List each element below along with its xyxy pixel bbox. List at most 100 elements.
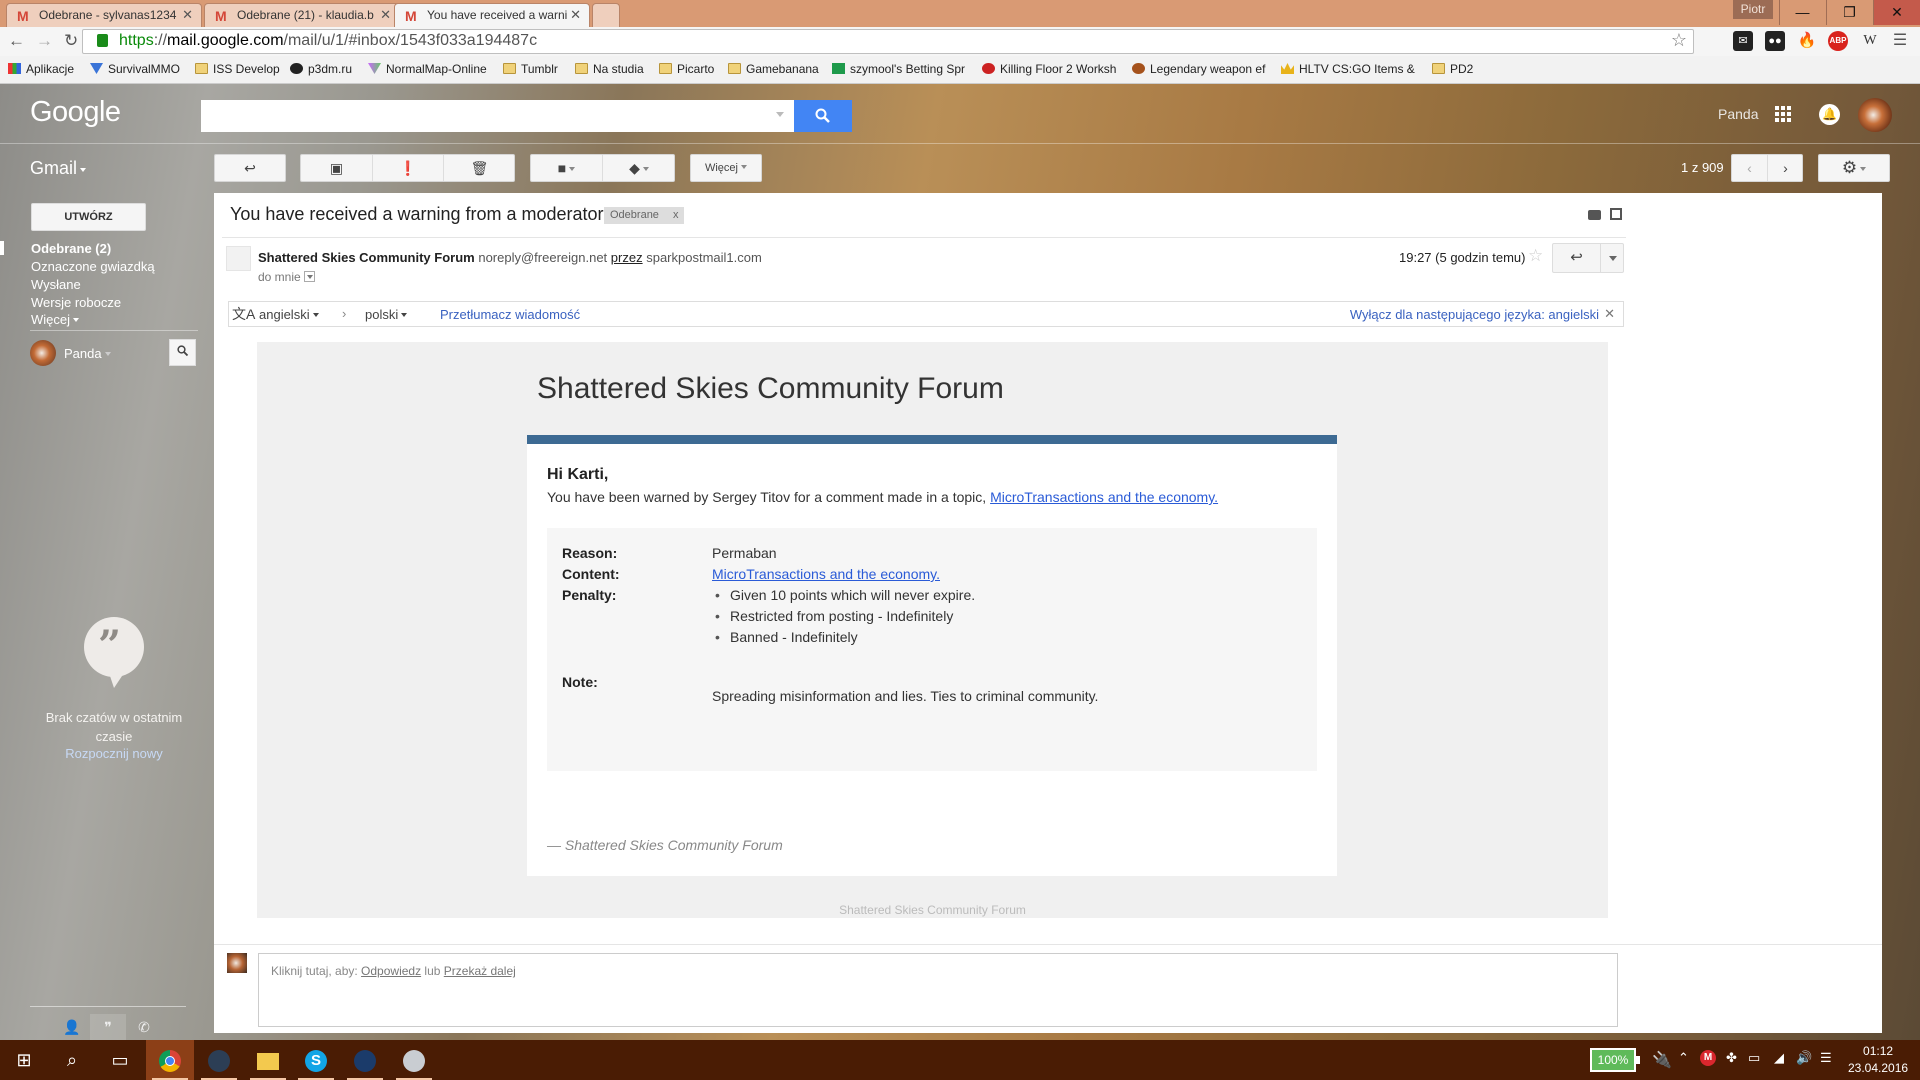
search-button[interactable]: [794, 100, 852, 132]
profile-badge[interactable]: Piotr: [1733, 0, 1773, 19]
notifications-bell-icon[interactable]: 🔔: [1819, 104, 1840, 125]
more-button[interactable]: Więcej: [690, 154, 762, 182]
tab-odebrane-klaudia[interactable]: M Odebrane (21) - klaudia.b ✕: [204, 3, 400, 27]
nav-sent[interactable]: Wysłane: [31, 277, 81, 292]
skype-icon[interactable]: S: [292, 1040, 340, 1080]
bookmark-iss-develop[interactable]: ISS Develop: [195, 62, 280, 76]
reply-box[interactable]: Kliknij tutaj, aby: Odpowiedz lub Przeka…: [258, 953, 1618, 1027]
bookmark-hltv[interactable]: HLTV CS:GO Items &: [1281, 62, 1416, 76]
nav-starred[interactable]: Oznaczone gwiazdką: [31, 259, 155, 274]
teamspeak-icon[interactable]: [195, 1040, 243, 1080]
windows-start-icon[interactable]: ⊞: [0, 1040, 48, 1080]
print-icon[interactable]: [1588, 210, 1601, 220]
show-hidden-icons-chevron-icon[interactable]: ⌃: [1678, 1050, 1689, 1066]
via-link[interactable]: przez: [611, 250, 643, 265]
settings-button[interactable]: ⚙: [1818, 154, 1890, 182]
bookmark-star-icon[interactable]: ☆: [1671, 30, 1687, 51]
target-language-select[interactable]: polski: [365, 307, 408, 322]
report-spam-button[interactable]: ❗: [373, 155, 444, 181]
new-window-icon[interactable]: [1610, 208, 1622, 220]
search-icon[interactable]: ⌕: [48, 1040, 96, 1080]
search-input[interactable]: [201, 100, 794, 132]
bookmark-gamebanana[interactable]: Gamebanana: [728, 62, 819, 76]
close-window-button[interactable]: ✕: [1873, 0, 1920, 25]
tab-close-icon[interactable]: ✕: [380, 7, 391, 23]
search-options-icon[interactable]: [776, 112, 784, 117]
bookmark-na-studia[interactable]: Na studia: [575, 62, 644, 76]
bookmark-picarto[interactable]: Picarto: [659, 62, 714, 76]
reply-button[interactable]: ↩: [1553, 244, 1601, 272]
label-chip-inbox[interactable]: Odebrane x: [604, 207, 685, 224]
steam-new-icon[interactable]: ✉: [1733, 31, 1753, 51]
labels-button[interactable]: ◆: [603, 155, 675, 181]
chat-user-status[interactable]: Panda: [64, 346, 111, 361]
restore-button[interactable]: ❐: [1826, 0, 1872, 25]
tab-warning-email[interactable]: M You have received a warni ✕: [394, 3, 590, 27]
bookmark-pd2[interactable]: PD2: [1432, 62, 1473, 76]
star-icon[interactable]: ☆: [1528, 246, 1543, 266]
nav-drafts[interactable]: Wersje robocze: [31, 295, 121, 310]
steam-icon[interactable]: [341, 1040, 389, 1080]
chrome-menu-icon[interactable]: ☰: [1890, 31, 1910, 51]
minimize-button[interactable]: —: [1779, 0, 1825, 25]
close-translate-icon[interactable]: ✕: [1604, 306, 1615, 322]
bookmark-betting[interactable]: szymool's Betting Spr: [832, 62, 967, 76]
sender-name[interactable]: Shattered Skies Community Forum: [258, 250, 475, 265]
volume-app-icon[interactable]: [390, 1040, 438, 1080]
page-scrollbar[interactable]: [1906, 84, 1920, 1040]
gmail-menu[interactable]: Gmail: [30, 158, 87, 179]
forward-icon[interactable]: →: [36, 31, 53, 51]
google-logo[interactable]: Google: [30, 96, 121, 129]
translate-message-link[interactable]: Przetłumacz wiadomość: [440, 307, 580, 322]
apps-grid-icon[interactable]: [1775, 106, 1791, 122]
volume-icon[interactable]: 🔊: [1796, 1050, 1812, 1066]
source-language-select[interactable]: angielski: [259, 307, 319, 322]
tab-close-icon[interactable]: ✕: [182, 7, 193, 23]
bookmark-survivalmmo[interactable]: SurvivalMMO: [90, 62, 180, 76]
bookmark-legendary[interactable]: Legendary weapon ef: [1132, 62, 1267, 76]
power-plug-icon[interactable]: 🔌: [1652, 1050, 1672, 1070]
dropbox-icon[interactable]: ✤: [1726, 1050, 1737, 1066]
battery-indicator[interactable]: 100%: [1590, 1048, 1640, 1072]
ghostery-icon[interactable]: ●●: [1765, 31, 1785, 51]
adblock-plus-icon[interactable]: ABP: [1828, 31, 1848, 51]
forward-link[interactable]: Przekaż dalej: [444, 964, 516, 978]
account-avatar[interactable]: [1858, 98, 1892, 132]
content-link[interactable]: MicroTransactions and the economy.: [712, 566, 940, 582]
disable-translation-link[interactable]: Wyłącz dla następującego języka: angiels…: [1350, 307, 1599, 322]
action-center-icon[interactable]: ☰: [1820, 1050, 1832, 1066]
bookmark-p3dm[interactable]: p3dm.ru: [290, 62, 352, 76]
bookmark-aplikacje[interactable]: Aplikacje: [8, 62, 74, 76]
url-input[interactable]: https://mail.google.com/mail/u/1/#inbox/…: [82, 29, 1694, 54]
back-icon[interactable]: ←: [8, 31, 25, 51]
chat-user-avatar[interactable]: [30, 340, 56, 366]
file-explorer-icon[interactable]: [244, 1040, 292, 1080]
bookmark-kf2[interactable]: Killing Floor 2 Worksh: [982, 62, 1120, 76]
archive-button[interactable]: ▣: [301, 155, 373, 181]
compose-button[interactable]: UTWÓRZ: [31, 203, 146, 231]
show-details-dropdown[interactable]: [303, 271, 315, 282]
bookmark-normalmap[interactable]: NormalMap-Online: [368, 62, 487, 76]
wikipedia-icon[interactable]: W: [1860, 31, 1880, 51]
older-button[interactable]: ›: [1768, 155, 1803, 181]
newer-button[interactable]: ‹: [1732, 155, 1768, 181]
tab-close-icon[interactable]: ✕: [570, 7, 581, 23]
remove-label-icon[interactable]: x: [673, 209, 679, 221]
move-to-button[interactable]: ■: [531, 155, 603, 181]
bookmark-tumblr[interactable]: Tumblr: [503, 62, 558, 76]
topic-link[interactable]: MicroTransactions and the economy.: [990, 489, 1218, 505]
system-clock[interactable]: 01:12 23.04.2016: [1848, 1043, 1908, 1077]
more-actions-dropdown[interactable]: [1609, 256, 1617, 261]
account-name[interactable]: Panda: [1718, 106, 1758, 122]
contacts-person-icon[interactable]: 👤: [54, 1014, 90, 1040]
phone-icon[interactable]: ✆: [126, 1014, 162, 1040]
new-tab-button[interactable]: [592, 3, 620, 27]
chrome-icon[interactable]: [146, 1040, 194, 1080]
chat-search-button[interactable]: [169, 339, 196, 366]
hangouts-tab-icon[interactable]: ❞: [90, 1014, 126, 1040]
nav-inbox[interactable]: Odebrane (2): [31, 241, 111, 256]
delete-button[interactable]: 🗑: [444, 155, 515, 181]
back-to-inbox-button[interactable]: ↩: [214, 154, 286, 182]
nav-more[interactable]: Więcej: [31, 312, 80, 327]
tab-odebrane-sylvanas[interactable]: M Odebrane - sylvanas1234 ✕: [6, 3, 202, 27]
